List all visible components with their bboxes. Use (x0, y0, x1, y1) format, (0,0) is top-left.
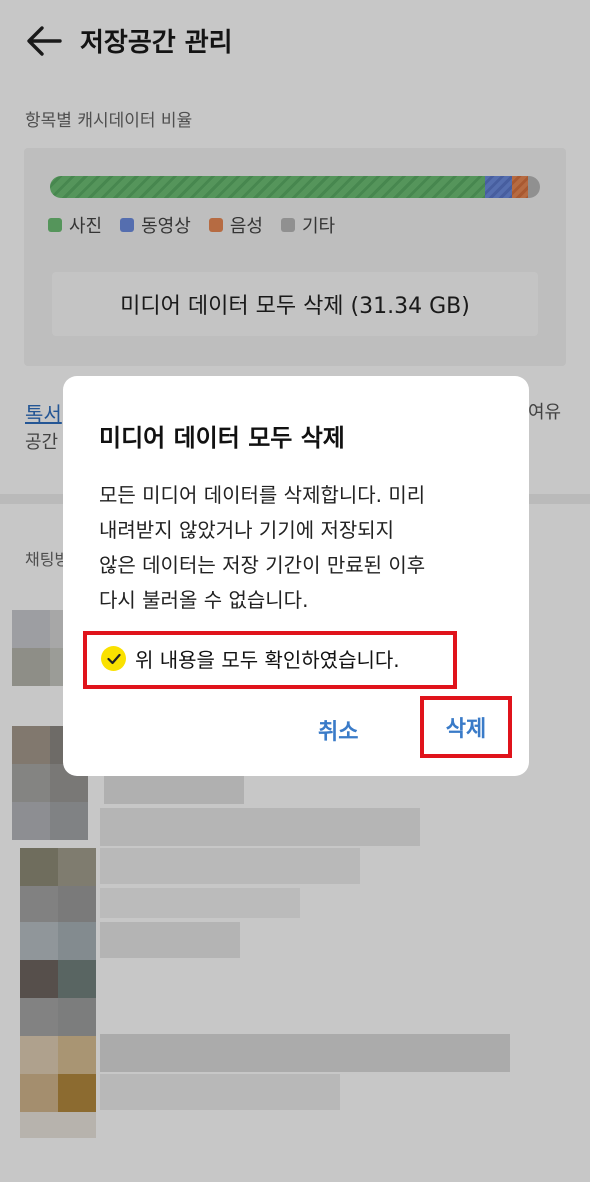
dialog-title: 미디어 데이터 모두 삭제 (99, 424, 345, 452)
delete-highlight-box: 삭제 (420, 696, 512, 758)
delete-button[interactable]: 삭제 (446, 711, 486, 743)
cancel-button[interactable]: 취소 (318, 714, 358, 746)
confirm-checkbox-label[interactable]: 위 내용을 모두 확인하였습니다. (135, 644, 400, 673)
checkmark-icon[interactable] (101, 646, 126, 671)
delete-media-dialog: 미디어 데이터 모두 삭제 모든 미디어 데이터를 삭제합니다. 미리 내려받지… (63, 376, 529, 776)
confirm-checkbox-row[interactable]: 위 내용을 모두 확인하였습니다. (101, 644, 400, 673)
dialog-message: 모든 미디어 데이터를 삭제합니다. 미리 내려받지 않았거나 기기에 저장되지… (99, 483, 426, 612)
confirm-highlight-box: 위 내용을 모두 확인하였습니다. (83, 631, 457, 689)
